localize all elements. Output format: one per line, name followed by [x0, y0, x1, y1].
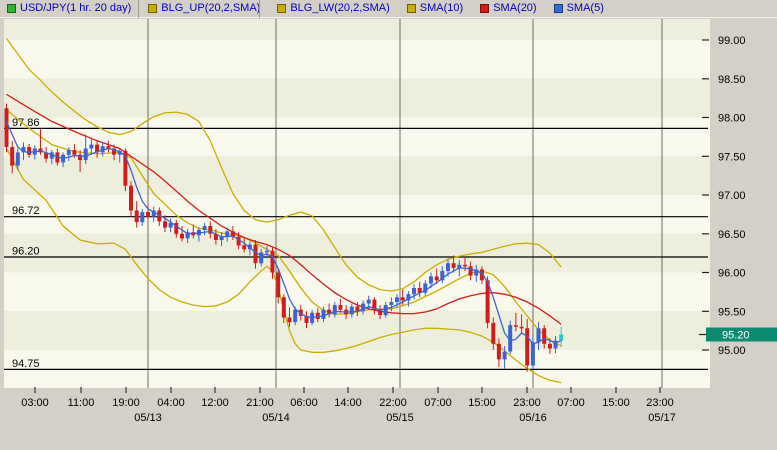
date-label: 05/14: [262, 412, 290, 424]
chart-window: USD/JPY(1 hr. 20 day) BLG_UP(20,2,SMA) BLG…: [0, 0, 777, 450]
sma20-swatch-icon: [480, 4, 490, 13]
blg-up-swatch-icon: [148, 4, 158, 13]
time-label: 15:00: [468, 397, 496, 409]
time-label: 22:00: [379, 397, 407, 409]
y-axis-label: 97.00: [718, 190, 746, 202]
legend-bar: USD/JPY(1 hr. 20 day) BLG_UP(20,2,SMA) BLG…: [0, 0, 777, 18]
price-level-label: 96.20: [12, 246, 40, 258]
legend-item-label: SMA(5): [566, 2, 604, 14]
legend-item-blg-up[interactable]: BLG_UP(20,2,SMA): [148, 3, 260, 14]
y-axis-label: 98.50: [718, 74, 746, 86]
date-label: 05/16: [519, 412, 547, 424]
symbol-swatch-icon: [7, 4, 16, 13]
candle: [4, 103, 9, 153]
sma5-swatch-icon: [553, 4, 563, 13]
price-level-label: 94.75: [12, 358, 40, 370]
y-axis-label: 95.50: [718, 306, 746, 318]
legend-item-label: BLG_LW(20,2,SMA): [290, 2, 390, 14]
time-label: 07:00: [424, 397, 452, 409]
date-label: 05/13: [134, 412, 162, 424]
current-price-badge-label: 95.20: [722, 330, 750, 342]
legend-item-sma10[interactable]: SMA(10): [406, 2, 464, 14]
legend-item-label: BLG_UP(20,2,SMA): [161, 2, 261, 14]
plot-group: 97.86 96.72 96.20 94.75: [4, 19, 710, 388]
time-label: 14:00: [334, 397, 362, 409]
chart-svg: 97.86 96.72 96.20 94.75 99.00 98.50 98.00 97.50…: [0, 0, 777, 450]
date-label: 05/15: [386, 412, 414, 424]
legend-item-symbol[interactable]: USD/JPY(1 hr. 20 day): [7, 3, 131, 14]
blg-lw-swatch-icon: [277, 4, 287, 13]
time-label: 23:00: [646, 397, 674, 409]
time-label: 06:00: [290, 397, 318, 409]
y-axis-label: 97.50: [718, 151, 746, 163]
price-stripes: [4, 19, 710, 388]
time-label: 19:00: [112, 397, 140, 409]
legend-item-label: USD/JPY(1 hr. 20 day): [20, 2, 132, 14]
time-label: 11:00: [68, 397, 95, 409]
price-level-label: 96.72: [12, 205, 40, 217]
legend-item-sma20[interactable]: SMA(20): [480, 2, 537, 14]
y-axis-label: 98.00: [718, 113, 746, 125]
time-label: 03:00: [21, 397, 49, 409]
legend-item-blg-lw[interactable]: BLG_LW(20,2,SMA): [277, 2, 390, 14]
time-label: 21:00: [246, 397, 274, 409]
legend-divider: [138, 0, 139, 18]
date-label: 05/17: [648, 412, 676, 424]
sma10-swatch-icon: [406, 4, 416, 13]
legend-divider: [259, 0, 260, 18]
price-level-label: 97.86: [12, 117, 40, 129]
time-label: 23:00: [513, 397, 541, 409]
chart-plot-area[interactable]: 97.86 96.72 96.20 94.75 99.00 98.50 98.00 97.50…: [0, 0, 777, 450]
y-axis-label: 96.50: [718, 229, 746, 241]
time-label: 15:00: [602, 397, 630, 409]
legend-item-label: SMA(20): [493, 2, 537, 14]
y-axis-label: 99.00: [718, 35, 746, 47]
time-label: 04:00: [157, 397, 185, 409]
y-axis-label: 96.00: [718, 268, 746, 280]
legend-item-label: SMA(10): [419, 2, 464, 14]
y-axis-label: 95.00: [718, 345, 746, 357]
time-label: 07:00: [557, 397, 585, 409]
candle: [508, 320, 513, 354]
legend-item-sma5[interactable]: SMA(5): [553, 2, 604, 14]
time-label: 12:00: [201, 397, 229, 409]
